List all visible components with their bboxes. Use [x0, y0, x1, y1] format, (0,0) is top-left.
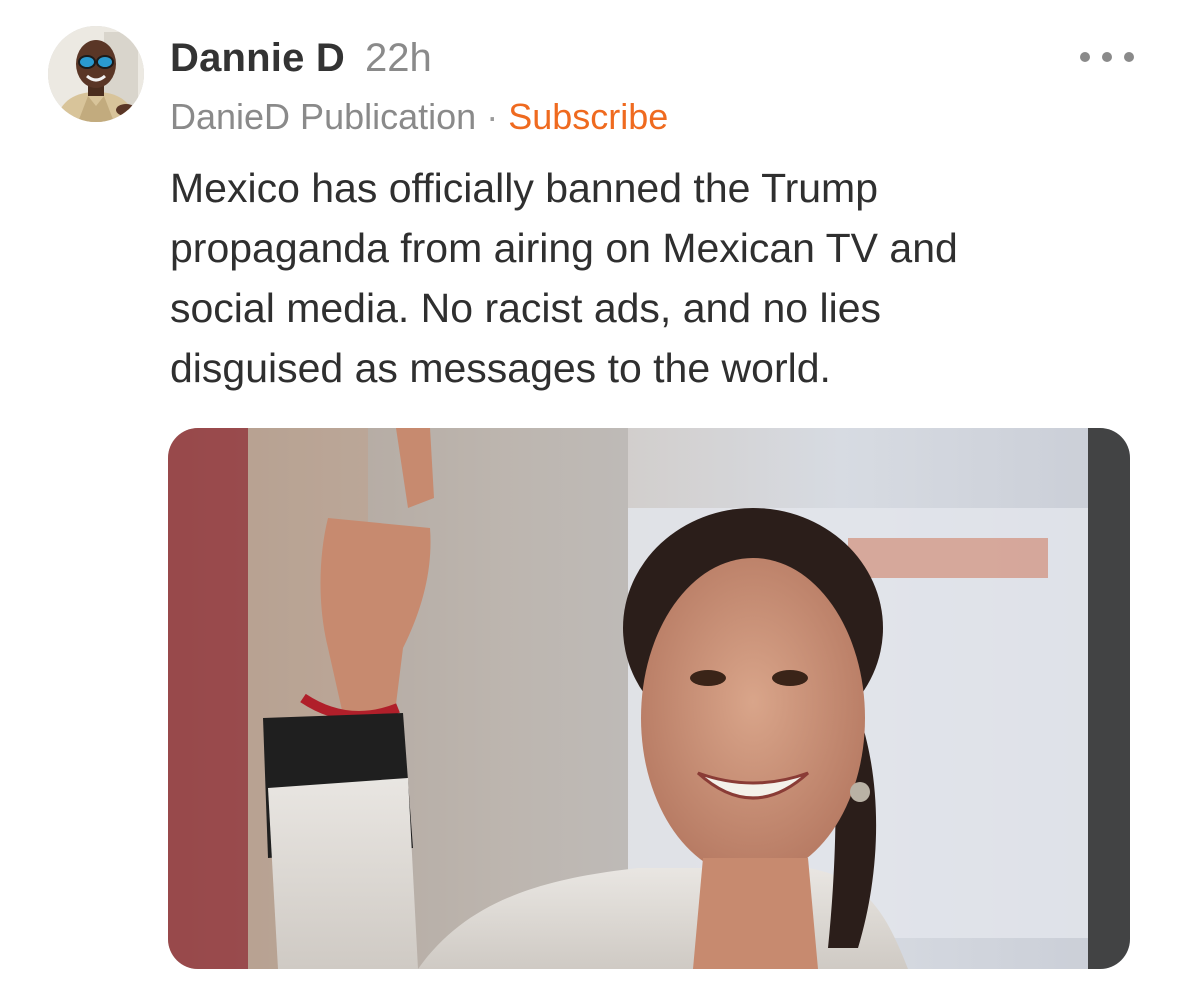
ellipsis-horizontal-icon: [1080, 52, 1090, 62]
author-name[interactable]: Dannie D: [170, 36, 345, 81]
post-photo: [168, 428, 1130, 969]
post-timestamp: 22h: [364, 36, 432, 80]
post-image[interactable]: [168, 428, 1130, 969]
post-body-text: Mexico has officially banned the Trump p…: [170, 165, 958, 391]
publication-name[interactable]: DanieD Publication: [170, 96, 476, 138]
publication-line: DanieD Publication · Subscribe: [170, 96, 668, 140]
subscribe-link[interactable]: Subscribe: [508, 96, 668, 138]
ellipsis-horizontal-icon: [1102, 52, 1112, 62]
separator-dot: ·: [486, 96, 499, 137]
more-options-button[interactable]: [1080, 40, 1134, 74]
ellipsis-horizontal-icon: [1124, 52, 1134, 62]
post-card: Dannie D 22h DanieD Publication · Subscr…: [0, 0, 1179, 999]
person-with-sunglasses-avatar-icon: [48, 26, 144, 122]
author-line: Dannie D 22h: [170, 36, 432, 82]
author-avatar[interactable]: [48, 26, 144, 122]
